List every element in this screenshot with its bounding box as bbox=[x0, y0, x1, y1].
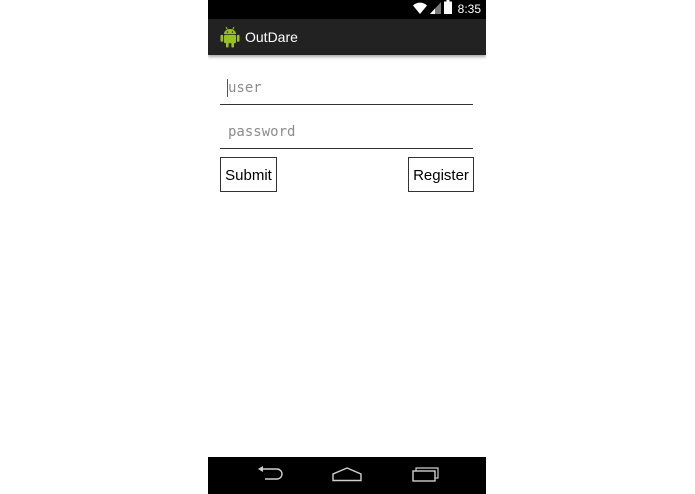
home-icon bbox=[332, 466, 362, 487]
battery-icon bbox=[443, 0, 452, 19]
signal-icon bbox=[429, 1, 441, 19]
home-button[interactable] bbox=[327, 463, 367, 489]
back-icon bbox=[256, 465, 284, 487]
phone-screen: 8:35 OutDare Submi bbox=[208, 0, 486, 494]
action-bar: OutDare bbox=[208, 19, 486, 55]
password-field-container bbox=[220, 118, 473, 149]
navigation-bar bbox=[208, 457, 486, 494]
status-bar: 8:35 bbox=[208, 0, 486, 19]
wifi-icon bbox=[412, 1, 427, 19]
recent-apps-icon bbox=[411, 466, 439, 487]
recent-apps-button[interactable] bbox=[405, 463, 445, 489]
login-form: Submit Register bbox=[208, 55, 486, 457]
back-button[interactable] bbox=[250, 463, 290, 489]
register-button[interactable]: Register bbox=[408, 157, 474, 192]
status-time: 8:35 bbox=[457, 2, 481, 16]
android-icon bbox=[219, 26, 241, 48]
user-field-container bbox=[220, 74, 473, 105]
password-input[interactable] bbox=[228, 122, 473, 142]
user-input[interactable] bbox=[228, 78, 473, 98]
submit-button[interactable]: Submit bbox=[220, 157, 277, 192]
status-icons: 8:35 bbox=[412, 0, 481, 19]
app-title: OutDare bbox=[245, 29, 298, 45]
